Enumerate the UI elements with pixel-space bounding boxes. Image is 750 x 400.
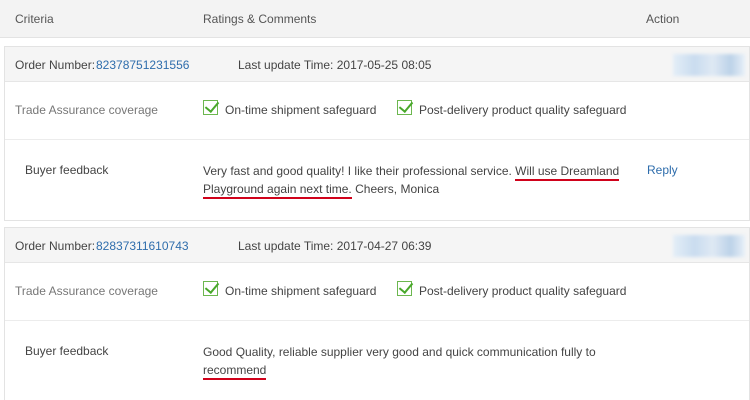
feedback-underlined-text: recommend [203, 363, 267, 380]
order-card: Order Number: 82837311610743 Last update… [4, 227, 750, 400]
column-header-ratings: Ratings & Comments [203, 12, 317, 26]
trade-assurance-label: Trade Assurance coverage [15, 284, 158, 298]
order-number-link[interactable]: 82837311610743 [96, 239, 189, 253]
column-header-criteria: Criteria [15, 12, 54, 26]
blurred-buyer-avatar [673, 235, 745, 257]
checkmark-icon [397, 281, 412, 296]
reply-link[interactable]: Reply [647, 163, 678, 177]
column-header-action: Action [646, 12, 680, 26]
safeguard-label: Post-delivery product quality safeguard [419, 103, 627, 117]
order-header: Order Number: 82378751231556 Last update… [5, 47, 749, 82]
feedback-text-part: Very fast and good quality! I like their… [203, 164, 516, 178]
buyer-feedback-text: Good Quality, reliable supplier very goo… [203, 343, 633, 380]
feedback-text-part: Cheers, Monica [351, 182, 440, 196]
buyer-feedback-label: Buyer feedback [25, 163, 109, 177]
last-update-time: Last update Time: 2017-04-27 06:39 [238, 239, 432, 253]
checkmark-icon [397, 100, 412, 115]
blurred-buyer-avatar [673, 54, 745, 76]
checkmark-icon [203, 281, 218, 296]
trade-assurance-label: Trade Assurance coverage [15, 103, 158, 117]
buyer-feedback-text: Very fast and good quality! I like their… [203, 162, 633, 199]
safeguard-item: Post-delivery product quality safeguard [397, 100, 627, 117]
order-number-link[interactable]: 82378751231556 [96, 58, 189, 72]
safeguard-label: Post-delivery product quality safeguard [419, 284, 627, 298]
trade-assurance-row: Trade Assurance coverage On-time shipmen… [5, 263, 749, 321]
feedback-text-part: Good Quality, reliable supplier very goo… [203, 345, 596, 359]
safeguard-label: On-time shipment safeguard [225, 284, 377, 298]
last-update-time: Last update Time: 2017-05-25 08:05 [238, 58, 432, 72]
safeguard-item: On-time shipment safeguard [203, 100, 377, 117]
order-header: Order Number: 82837311610743 Last update… [5, 228, 749, 263]
checkmark-icon [203, 100, 218, 115]
safeguard-item: Post-delivery product quality safeguard [397, 281, 627, 298]
order-number-label: Order Number: [15, 58, 96, 72]
safeguard-item: On-time shipment safeguard [203, 281, 377, 298]
order-card: Order Number: 82378751231556 Last update… [4, 46, 750, 221]
order-number-label: Order Number: [15, 239, 96, 253]
safeguard-label: On-time shipment safeguard [225, 103, 377, 117]
trade-assurance-row: Trade Assurance coverage On-time shipmen… [5, 82, 749, 140]
table-header: Criteria Ratings & Comments Action [0, 0, 750, 38]
buyer-feedback-label: Buyer feedback [25, 344, 109, 358]
